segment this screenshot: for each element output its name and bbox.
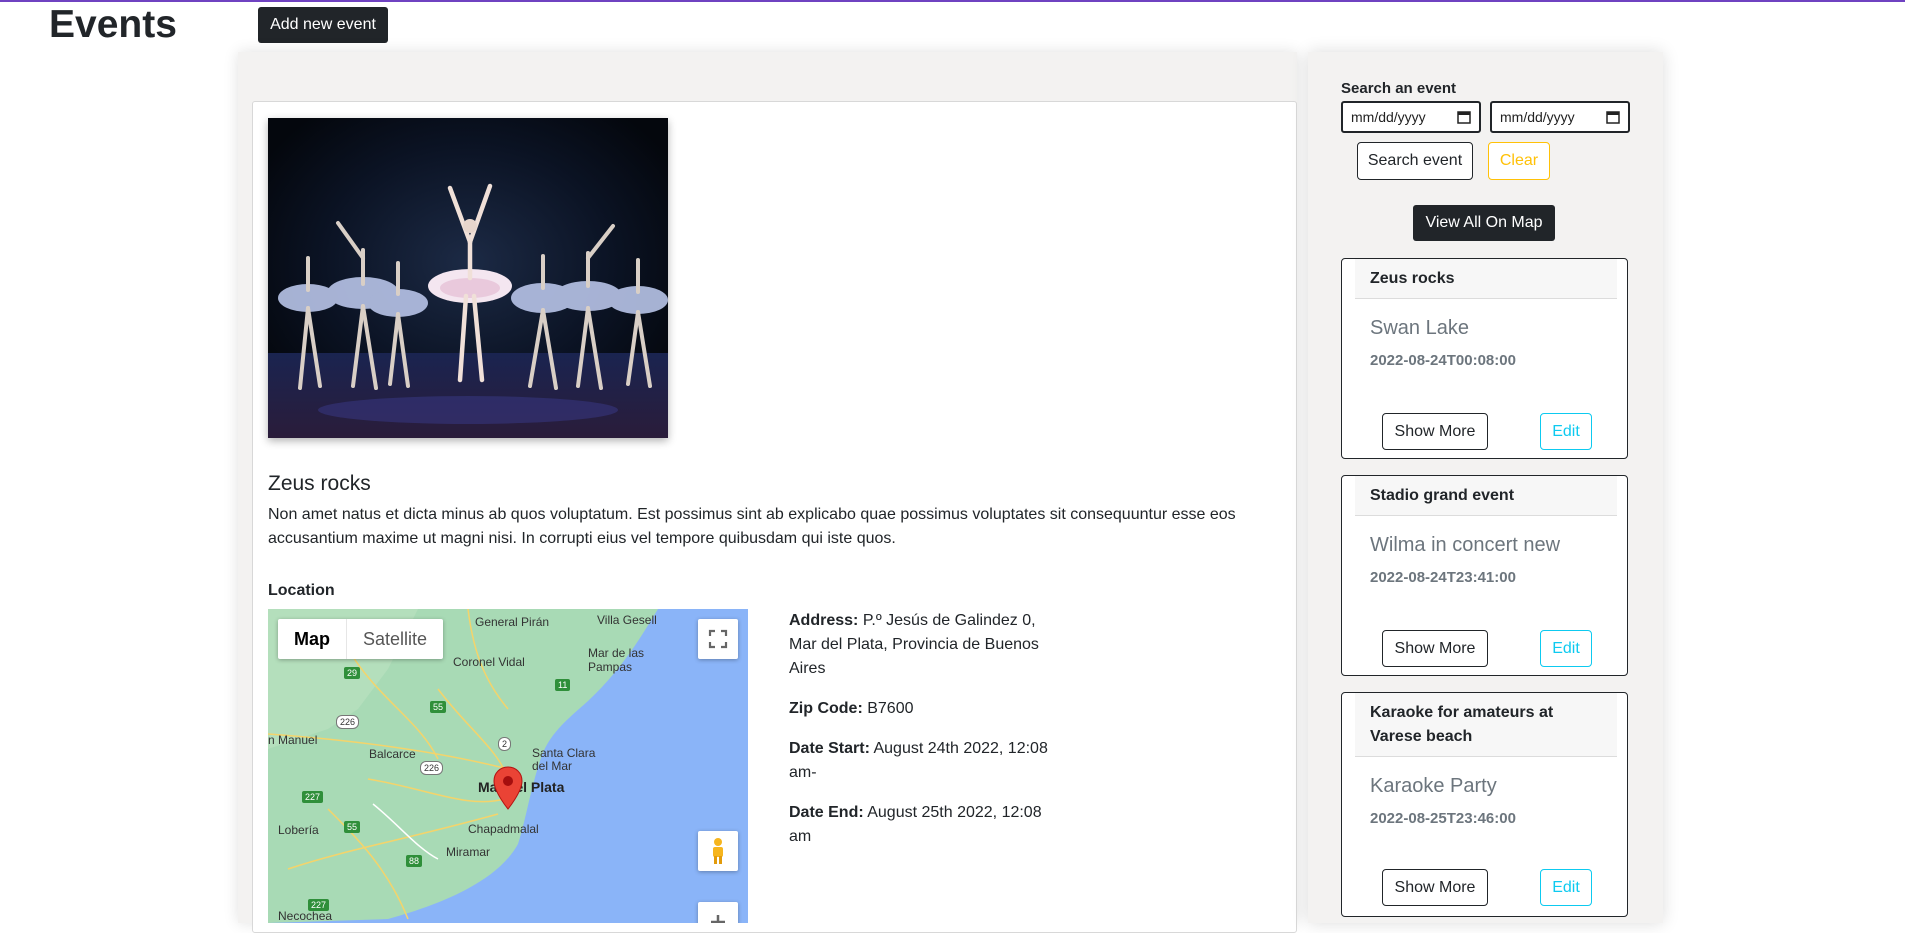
search-event-button[interactable]: Search event [1357, 142, 1473, 180]
clear-button[interactable]: Clear [1488, 142, 1550, 180]
calendar-icon[interactable] [1457, 110, 1471, 124]
date-to-input[interactable]: mm/dd/yyyy [1490, 101, 1630, 133]
map-label-general-piran: General Pirán [475, 615, 550, 629]
map-label-villa-gesell: Villa Gesell [597, 613, 657, 627]
map-label-loberia: Lobería [278, 823, 319, 837]
date-end-info: Date End: August 25th 2022, 12:08 am [789, 801, 1049, 849]
view-all-on-map-button[interactable]: View All On Map [1413, 205, 1555, 241]
map-label-mar-de-las-pampas: Mar de las Pampas [588, 646, 645, 674]
event-card-date: 2022-08-24T23:41:00 [1370, 569, 1516, 586]
map-label-balcarce: Balcarce [369, 747, 416, 761]
event-card-date: 2022-08-25T23:46:00 [1370, 810, 1516, 827]
map-label-coronel-vidal: Coronel Vidal [453, 655, 525, 669]
route-shield: 55 [344, 821, 361, 833]
event-card-name: Wilma in concert new [1370, 534, 1561, 556]
show-more-button[interactable]: Show More [1382, 630, 1488, 667]
map-pin-icon[interactable] [493, 766, 523, 810]
show-more-button[interactable]: Show More [1382, 413, 1488, 450]
route-shield: 226 [420, 761, 444, 775]
event-list-card: Zeus rocks Swan Lake 2022-08-24T00:08:00… [1341, 258, 1628, 459]
route-shield: 227 [308, 899, 330, 911]
date-start-label: Date Start: [789, 740, 870, 757]
ballet-dancers-photo-icon [268, 118, 668, 438]
event-description: Non amet natus et dicta minus ab quos vo… [268, 506, 1236, 547]
location-map[interactable]: Map Satellite Villa Gesell General Pirán… [268, 609, 748, 923]
route-shield: 227 [302, 791, 324, 803]
map-type-satellite-button[interactable]: Satellite [347, 619, 443, 659]
zip-info: Zip Code: B7600 [789, 697, 1049, 721]
route-shield: 29 [344, 667, 361, 679]
date-from-input[interactable]: mm/dd/yyyy [1341, 101, 1481, 133]
edit-button[interactable]: Edit [1540, 869, 1592, 906]
edit-button[interactable]: Edit [1540, 630, 1592, 667]
pegman-icon[interactable] [698, 831, 738, 871]
route-shield: 88 [406, 855, 423, 867]
zip-value: B7600 [867, 700, 914, 717]
map-label-san-manuel: n Manuel [268, 733, 318, 747]
event-list-card: Stadio grand event Wilma in concert new … [1341, 475, 1628, 676]
search-label: Search an event [1341, 80, 1457, 97]
address-label: Address: [789, 612, 859, 629]
map-type-map-button[interactable]: Map [278, 619, 347, 659]
route-shield: 226 [336, 715, 360, 729]
top-accent-line [0, 0, 1905, 2]
calendar-icon[interactable] [1606, 110, 1620, 124]
fullscreen-icon[interactable] [698, 619, 738, 659]
route-shield: 11 [555, 679, 571, 691]
route-shield: 55 [430, 701, 447, 713]
edit-button[interactable]: Edit [1540, 413, 1592, 450]
date-from-placeholder: mm/dd/yyyy [1351, 109, 1426, 125]
map-label-santa-clara: Santa Clara del Mar [532, 746, 596, 773]
event-card-header: Zeus rocks [1355, 259, 1617, 299]
map-label-chapadmalal: Chapadmalal [468, 822, 539, 836]
event-card-name: Karaoke Party [1370, 775, 1497, 797]
event-title: Zeus rocks [268, 472, 371, 495]
map-label-necochea: Necochea [278, 909, 333, 923]
zoom-in-icon[interactable] [698, 902, 738, 923]
page-title: Events [49, 3, 177, 46]
show-more-button[interactable]: Show More [1382, 869, 1488, 906]
route-shield: 2 [498, 737, 512, 751]
date-to-placeholder: mm/dd/yyyy [1500, 109, 1575, 125]
add-new-event-button[interactable]: Add new event [258, 7, 388, 43]
address-info: Address: P.º Jesús de Galindez 0, Mar de… [789, 609, 1049, 681]
event-list-card: Karaoke for amateurs at Varese beach Kar… [1341, 692, 1628, 917]
date-end-label: Date End: [789, 804, 864, 821]
event-image [268, 118, 668, 438]
map-label-miramar: Miramar [446, 845, 490, 859]
event-card-date: 2022-08-24T00:08:00 [1370, 352, 1516, 369]
event-card-name: Swan Lake [1370, 317, 1469, 339]
map-type-control[interactable]: Map Satellite [278, 619, 444, 659]
location-label: Location [268, 582, 335, 599]
event-card-header: Stadio grand event [1355, 476, 1617, 516]
zip-label: Zip Code: [789, 700, 863, 717]
date-start-info: Date Start: August 24th 2022, 12:08 am- [789, 737, 1049, 785]
event-card-header: Karaoke for amateurs at Varese beach [1355, 693, 1617, 757]
